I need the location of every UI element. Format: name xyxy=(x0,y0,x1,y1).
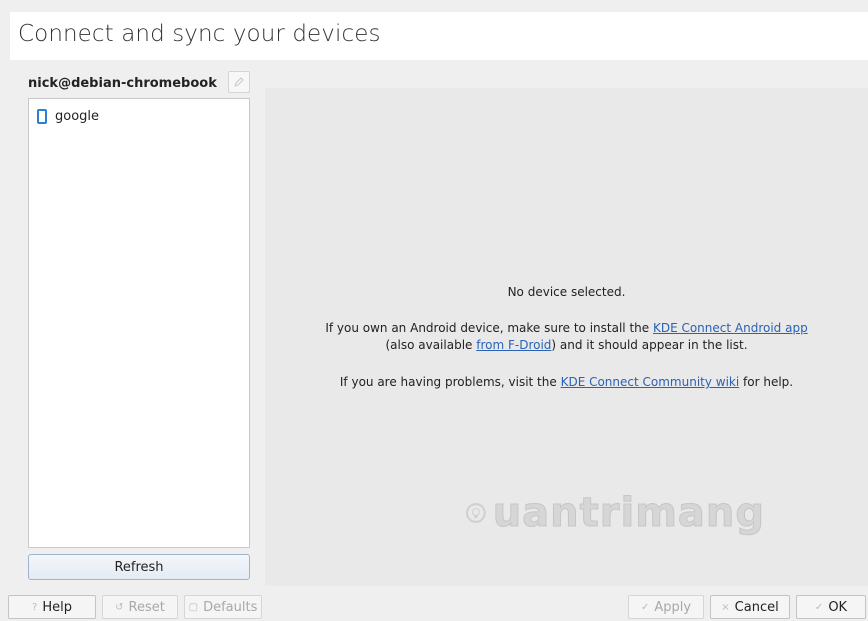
problems-message: If you are having problems, visit the KD… xyxy=(265,374,868,391)
ok-button[interactable]: ✓ OK xyxy=(796,595,866,619)
problems-text-prefix: If you are having problems, visit the xyxy=(339,375,561,389)
refresh-button[interactable]: Refresh xyxy=(28,554,250,580)
lightbulb-logo-icon xyxy=(465,503,486,523)
android-text-prefix: If you own an Android device, make sure … xyxy=(325,321,653,335)
smartphone-icon xyxy=(37,108,47,124)
defaults-button[interactable]: ▢ Defaults xyxy=(184,595,262,619)
title-bar: Connect and sync your devices xyxy=(10,12,868,60)
device-list[interactable]: google xyxy=(28,98,250,548)
apply-label: Apply xyxy=(654,599,692,615)
kde-connect-android-link[interactable]: KDE Connect Android app xyxy=(653,321,808,335)
help-button[interactable]: ? Help xyxy=(8,595,96,619)
watermark-text: uantrimang xyxy=(492,490,765,537)
cancel-button[interactable]: × Cancel xyxy=(710,595,790,619)
device-list-item[interactable]: google xyxy=(37,107,99,125)
this-device-name: nick@debian-chromebook xyxy=(28,76,217,91)
android-text-suffix: ) and it should appear in the list. xyxy=(551,338,748,352)
problems-text-suffix: for help. xyxy=(739,375,794,389)
watermark: uantrimang xyxy=(465,478,765,548)
apply-button[interactable]: ✓ Apply xyxy=(628,595,704,619)
android-install-message: If you own an Android device, make sure … xyxy=(265,320,868,354)
defaults-label: Defaults xyxy=(203,599,258,615)
device-item-label: google xyxy=(55,108,100,124)
no-device-message: No device selected. xyxy=(507,285,626,299)
cancel-label: Cancel xyxy=(734,599,779,615)
page-title: Connect and sync your devices xyxy=(18,21,381,47)
checkmark-icon: ✓ xyxy=(814,601,824,613)
community-wiki-link[interactable]: KDE Connect Community wiki xyxy=(561,375,740,389)
cancel-icon: × xyxy=(721,601,730,613)
ok-label: OK xyxy=(828,599,848,615)
reset-icon: ↺ xyxy=(115,601,124,613)
pencil-icon xyxy=(234,77,244,87)
edit-device-name-button[interactable] xyxy=(228,71,250,93)
defaults-icon: ▢ xyxy=(188,601,199,613)
help-label: Help xyxy=(42,599,72,615)
reset-label: Reset xyxy=(128,599,165,615)
android-text-mid: (also available xyxy=(385,338,477,352)
f-droid-link[interactable]: from F-Droid xyxy=(476,338,551,352)
help-icon: ? xyxy=(32,601,38,613)
checkmark-icon: ✓ xyxy=(640,601,650,613)
reset-button[interactable]: ↺ Reset xyxy=(102,595,178,619)
device-details-panel: No device selected. If you own an Androi… xyxy=(265,88,868,586)
